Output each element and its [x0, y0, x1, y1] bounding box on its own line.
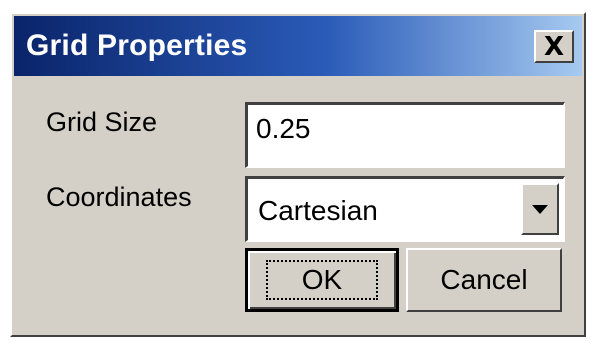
- cancel-button-label: Cancel: [440, 264, 528, 295]
- grid-properties-dialog: Grid Properties X Grid Size 0.25 Coordin…: [10, 12, 586, 337]
- title-bar[interactable]: Grid Properties X: [14, 16, 582, 76]
- grid-size-label: Grid Size: [46, 107, 158, 137]
- close-icon: X: [543, 31, 565, 62]
- dialog-title: Grid Properties: [26, 29, 248, 62]
- chevron-down-icon: [532, 204, 548, 214]
- ok-button[interactable]: OK: [245, 248, 399, 312]
- close-button[interactable]: X: [534, 30, 574, 63]
- dropdown-button[interactable]: [521, 183, 559, 235]
- coordinates-label: Coordinates: [46, 182, 192, 212]
- coordinates-select[interactable]: Cartesian: [245, 176, 565, 242]
- ok-button-label: OK: [265, 260, 379, 300]
- grid-size-input[interactable]: 0.25: [245, 102, 565, 168]
- cancel-button[interactable]: Cancel: [406, 248, 562, 312]
- coordinates-selected-value: Cartesian: [258, 195, 378, 226]
